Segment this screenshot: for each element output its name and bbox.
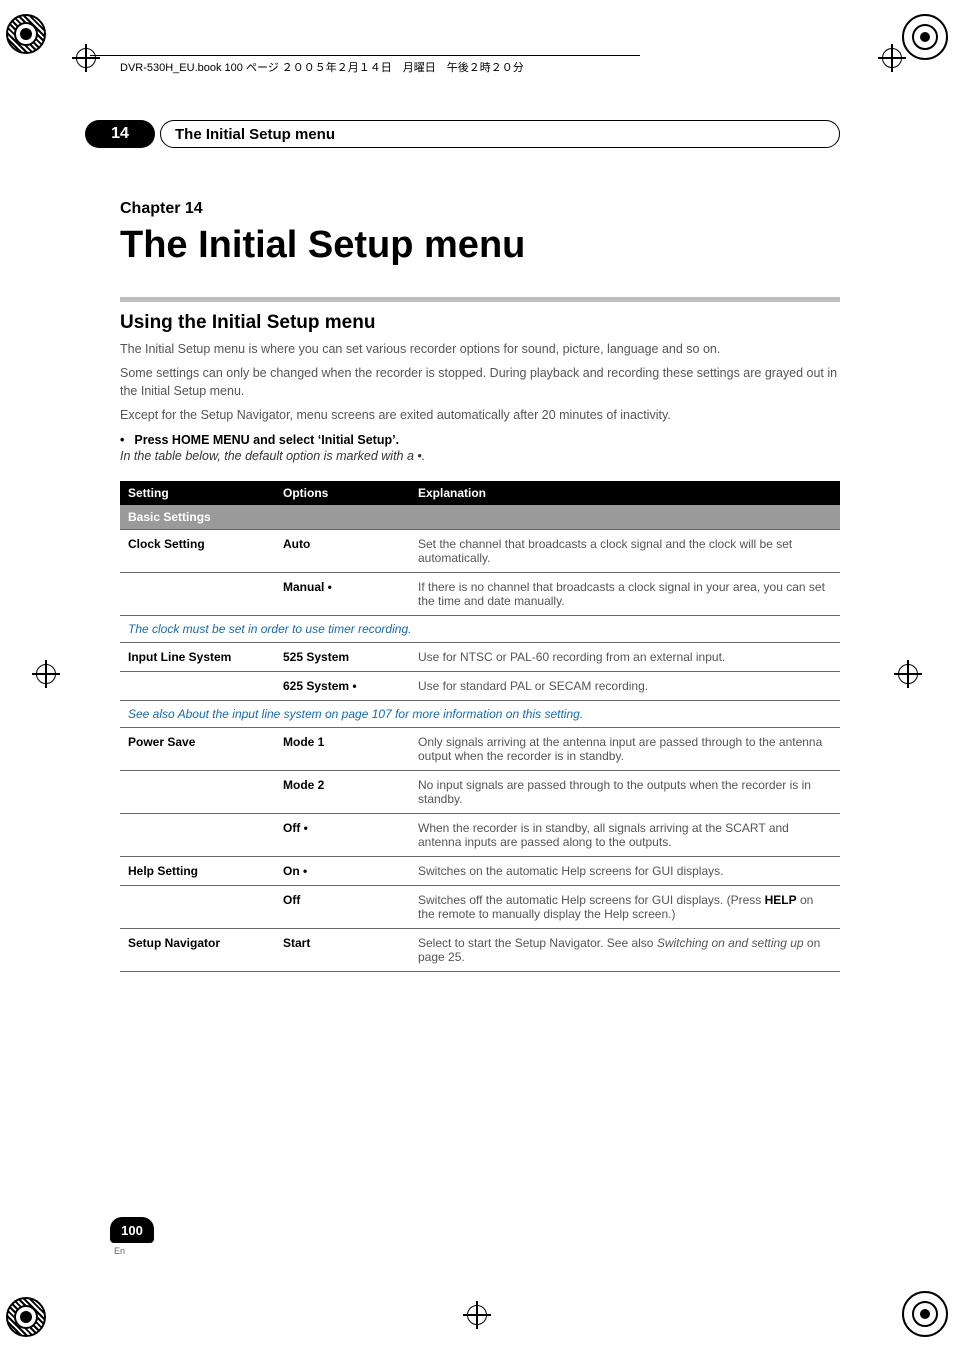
intro-paragraph: The Initial Setup menu is where you can … [120, 340, 840, 358]
bullet-dot: • [120, 433, 134, 447]
table-subheader: Basic Settings [120, 505, 840, 530]
print-corner-ring [902, 14, 948, 60]
print-crosshair [894, 660, 922, 688]
cell-option: Mode 1 [275, 727, 410, 770]
table-note-row: See also About the input line system on … [120, 700, 840, 727]
chapter-header-bar: 14 The Initial Setup menu [120, 120, 840, 150]
table-row: 625 System • Use for standard PAL or SEC… [120, 671, 840, 700]
col-header-options: Options [275, 481, 410, 505]
settings-table: Setting Options Explanation Basic Settin… [120, 481, 840, 972]
table-row: Mode 2 No input signals are passed throu… [120, 770, 840, 813]
cell-option: Off [275, 885, 410, 928]
table-note: See also About the input line system on … [120, 700, 840, 727]
cell-setting [120, 885, 275, 928]
section-divider [120, 297, 840, 302]
cell-setting: Power Save [120, 727, 275, 770]
table-row: Help Setting On • Switches on the automa… [120, 856, 840, 885]
cell-option: Manual • [275, 572, 410, 615]
page-footer: 100 En [110, 1217, 154, 1256]
cell-setting: Clock Setting [120, 529, 275, 572]
cell-explanation: Only signals arriving at the antenna inp… [410, 727, 840, 770]
cell-explanation: Switches on the automatic Help screens f… [410, 856, 840, 885]
section-heading: Using the Initial Setup menu [120, 312, 840, 334]
page-content: 14 The Initial Setup menu Chapter 14 The… [120, 120, 840, 972]
cell-explanation: If there is no channel that broadcasts a… [410, 572, 840, 615]
expl-bold: HELP [765, 893, 797, 907]
cell-setting: Help Setting [120, 856, 275, 885]
expl-italic: Switching on and setting up [657, 936, 804, 950]
page-title: The Initial Setup menu [120, 224, 840, 267]
expl-text: Select to start the Setup Navigator. See… [418, 936, 657, 950]
table-row: Clock Setting Auto Set the channel that … [120, 529, 840, 572]
chapter-number-badge: 14 [85, 120, 155, 148]
cell-explanation: Select to start the Setup Navigator. See… [410, 928, 840, 971]
instruction-bullet: •Press HOME MENU and select ‘Initial Set… [120, 433, 840, 447]
print-corner-mark [6, 1297, 46, 1337]
table-note-row: The clock must be set in order to use ti… [120, 615, 840, 642]
cell-explanation: Switches off the automatic Help screens … [410, 885, 840, 928]
cell-explanation: Use for NTSC or PAL-60 recording from an… [410, 642, 840, 671]
table-row: Off Switches off the automatic Help scre… [120, 885, 840, 928]
default-marker-note: In the table below, the default option i… [120, 449, 840, 463]
page-number-badge: 100 [110, 1217, 154, 1243]
cell-option: Off • [275, 813, 410, 856]
print-meta-line: DVR-530H_EU.book 100 ページ ２００５年２月１４日 月曜日 … [120, 55, 640, 75]
table-row: Off • When the recorder is in standby, a… [120, 813, 840, 856]
print-crosshair [878, 44, 906, 72]
cell-setting: Input Line System [120, 642, 275, 671]
print-meta-text: DVR-530H_EU.book 100 ページ ２００５年２月１４日 月曜日 … [120, 62, 524, 74]
table-note: The clock must be set in order to use ti… [120, 615, 840, 642]
print-crosshair [32, 660, 60, 688]
cell-setting [120, 671, 275, 700]
intro-paragraph: Some settings can only be changed when t… [120, 364, 840, 400]
table-row: Setup Navigator Start Select to start th… [120, 928, 840, 971]
cell-setting [120, 770, 275, 813]
table-subheader-row: Basic Settings [120, 505, 840, 530]
cell-option: Auto [275, 529, 410, 572]
table-header-row: Setting Options Explanation [120, 481, 840, 505]
cell-setting: Setup Navigator [120, 928, 275, 971]
cell-option: On • [275, 856, 410, 885]
cell-option: 525 System [275, 642, 410, 671]
cell-explanation: Set the channel that broadcasts a clock … [410, 529, 840, 572]
cell-explanation: When the recorder is in standby, all sig… [410, 813, 840, 856]
intro-paragraph: Except for the Setup Navigator, menu scr… [120, 406, 840, 424]
cell-explanation: Use for standard PAL or SECAM recording. [410, 671, 840, 700]
chapter-label: Chapter 14 [120, 200, 840, 218]
print-crosshair [463, 1301, 491, 1329]
table-row: Input Line System 525 System Use for NTS… [120, 642, 840, 671]
col-header-explanation: Explanation [410, 481, 840, 505]
table-row: Manual • If there is no channel that bro… [120, 572, 840, 615]
language-code: En [114, 1246, 154, 1256]
cell-explanation: No input signals are passed through to t… [410, 770, 840, 813]
chapter-bar-title: The Initial Setup menu [160, 120, 840, 148]
print-corner-mark [6, 14, 46, 54]
cell-setting [120, 813, 275, 856]
cell-option: Start [275, 928, 410, 971]
print-corner-ring [902, 1291, 948, 1337]
cell-option: 625 System • [275, 671, 410, 700]
expl-text: Switches off the automatic Help screens … [418, 893, 765, 907]
table-row: Power Save Mode 1 Only signals arriving … [120, 727, 840, 770]
cell-option: Mode 2 [275, 770, 410, 813]
col-header-setting: Setting [120, 481, 275, 505]
cell-setting [120, 572, 275, 615]
print-crosshair [72, 44, 100, 72]
instruction-text: Press HOME MENU and select ‘Initial Setu… [134, 433, 399, 447]
